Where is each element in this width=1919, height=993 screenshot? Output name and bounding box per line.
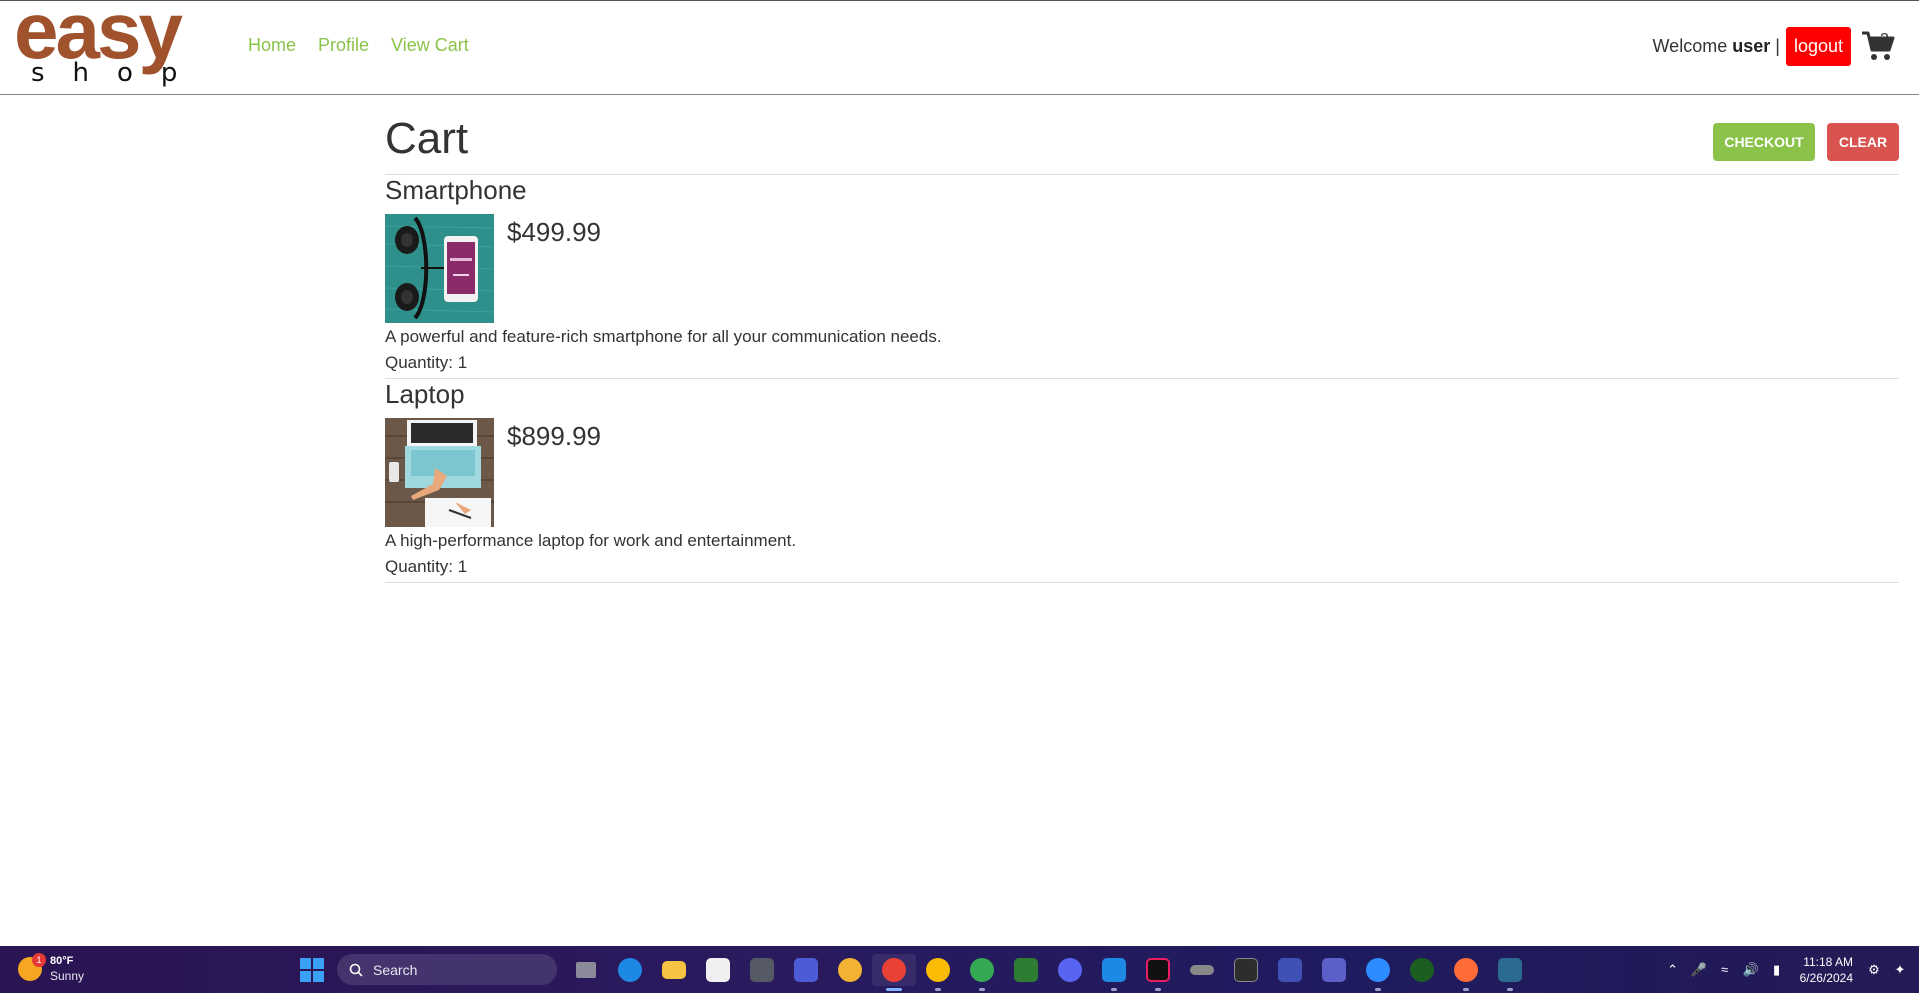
app-icon[interactable]	[828, 954, 872, 986]
file-explorer-icon[interactable]	[652, 954, 696, 986]
item-description: A powerful and feature-rich smartphone f…	[385, 327, 942, 346]
task-view-icon[interactable]	[564, 954, 608, 986]
chrome-icon[interactable]	[872, 954, 916, 991]
site-header: easy shop Home Profile View Cart Welcome…	[0, 0, 1919, 95]
app-icon[interactable]	[784, 954, 828, 986]
user-area: Welcome user | logout	[1653, 27, 1897, 66]
welcome-text: Welcome user	[1653, 36, 1771, 57]
app-icon[interactable]	[1268, 954, 1312, 986]
welcome-prefix: Welcome	[1652, 36, 1728, 56]
sun-icon: 1	[18, 953, 46, 981]
nav-profile-link[interactable]: Profile	[318, 35, 369, 56]
divider	[385, 582, 1899, 583]
item-quantity: Quantity: 1	[385, 353, 467, 373]
separator: |	[1775, 36, 1780, 56]
logo-shop-text: shop	[31, 58, 206, 88]
main-nav: Home Profile View Cart	[248, 35, 469, 56]
taskbar-apps	[564, 954, 1532, 991]
system-tray: ⌃ 🎤 ≈ 🔊 ▮ 11:18 AM 6/26/2024 ⚙ ✦	[1660, 946, 1919, 993]
item-name: Laptop	[385, 379, 465, 409]
search-icon	[349, 963, 363, 977]
nav-view-cart-link[interactable]: View Cart	[391, 35, 469, 56]
system-clock[interactable]: 11:18 AM 6/26/2024	[1800, 954, 1853, 986]
cart-item: Laptop $899.99 A high-performance laptop…	[385, 379, 1899, 583]
copilot-icon[interactable]: ✦	[1887, 946, 1913, 993]
terminal-icon[interactable]	[1224, 954, 1268, 986]
discord-icon[interactable]	[1048, 954, 1092, 986]
item-description: A high-performance laptop for work and e…	[385, 531, 797, 550]
weather-condition: Sunny	[50, 969, 85, 983]
app-icon[interactable]	[1400, 954, 1444, 986]
chrome-icon[interactable]	[916, 954, 960, 991]
clock-date: 6/26/2024	[1799, 970, 1853, 985]
chrome-icon[interactable]	[960, 954, 1004, 991]
windows-taskbar: 1 80°F Sunny Search ⌃ 🎤 ≈ 🔊 ▮ 11:18 AM 6…	[0, 946, 1919, 993]
intellij-icon[interactable]	[1136, 954, 1180, 991]
logout-button[interactable]: logout	[1785, 27, 1851, 66]
weather-widget[interactable]: 1 80°F Sunny	[18, 953, 84, 984]
item-name: Smartphone	[385, 175, 527, 205]
volume-icon[interactable]: 🔊	[1738, 946, 1764, 993]
taskbar-search-input[interactable]: Search	[337, 954, 557, 985]
search-placeholder: Search	[373, 961, 418, 978]
page-title: Cart	[385, 114, 469, 163]
app-icon[interactable]	[740, 954, 784, 986]
clear-cart-button[interactable]: CLEAR	[1827, 123, 1899, 161]
clock-time: 11:18 AM	[1803, 954, 1853, 969]
wifi-icon[interactable]: ≈	[1712, 946, 1738, 993]
quantity-label: Quantity:	[385, 353, 454, 372]
item-quantity: Quantity: 1	[385, 557, 467, 577]
app-icon[interactable]	[1004, 954, 1048, 986]
zoom-icon[interactable]	[1356, 954, 1400, 991]
quantity-value: 1	[457, 557, 468, 576]
weather-temperature: 80°F	[50, 955, 74, 967]
vscode-icon[interactable]	[1092, 954, 1136, 991]
smartphone-image	[385, 214, 494, 323]
item-price: $499.99	[507, 217, 601, 247]
windows-start-icon[interactable]	[300, 958, 324, 982]
microphone-icon[interactable]: 🎤	[1686, 946, 1712, 993]
notification-badge: 1	[32, 953, 46, 967]
edge-icon[interactable]	[608, 954, 652, 986]
quantity-label: Quantity:	[385, 557, 454, 576]
item-price: $899.99	[507, 421, 601, 451]
battery-icon[interactable]: ▮	[1764, 946, 1790, 993]
microsoft-store-icon[interactable]	[696, 954, 740, 986]
cart-item: Smartphone $499.99 A powerful and featur…	[385, 175, 1899, 379]
checkout-button[interactable]: CHECKOUT	[1713, 123, 1815, 161]
notification-bell-icon[interactable]: ⚙	[1861, 946, 1887, 993]
teams-icon[interactable]	[1312, 954, 1356, 986]
quantity-value: 1	[457, 353, 468, 372]
nav-home-link[interactable]: Home	[248, 35, 296, 56]
weather-text: 80°F Sunny	[50, 954, 84, 984]
cart-count-badge: 2	[1880, 31, 1889, 48]
laptop-image	[385, 418, 494, 527]
shopping-cart-icon[interactable]	[1861, 30, 1897, 64]
postman-icon[interactable]	[1444, 954, 1488, 991]
easy-shop-logo[interactable]: easy shop	[14, 0, 229, 93]
username: user	[1732, 36, 1771, 56]
mysql-workbench-icon[interactable]	[1488, 954, 1532, 991]
app-icon[interactable]	[1180, 954, 1224, 986]
chevron-up-icon[interactable]: ⌃	[1660, 946, 1686, 993]
